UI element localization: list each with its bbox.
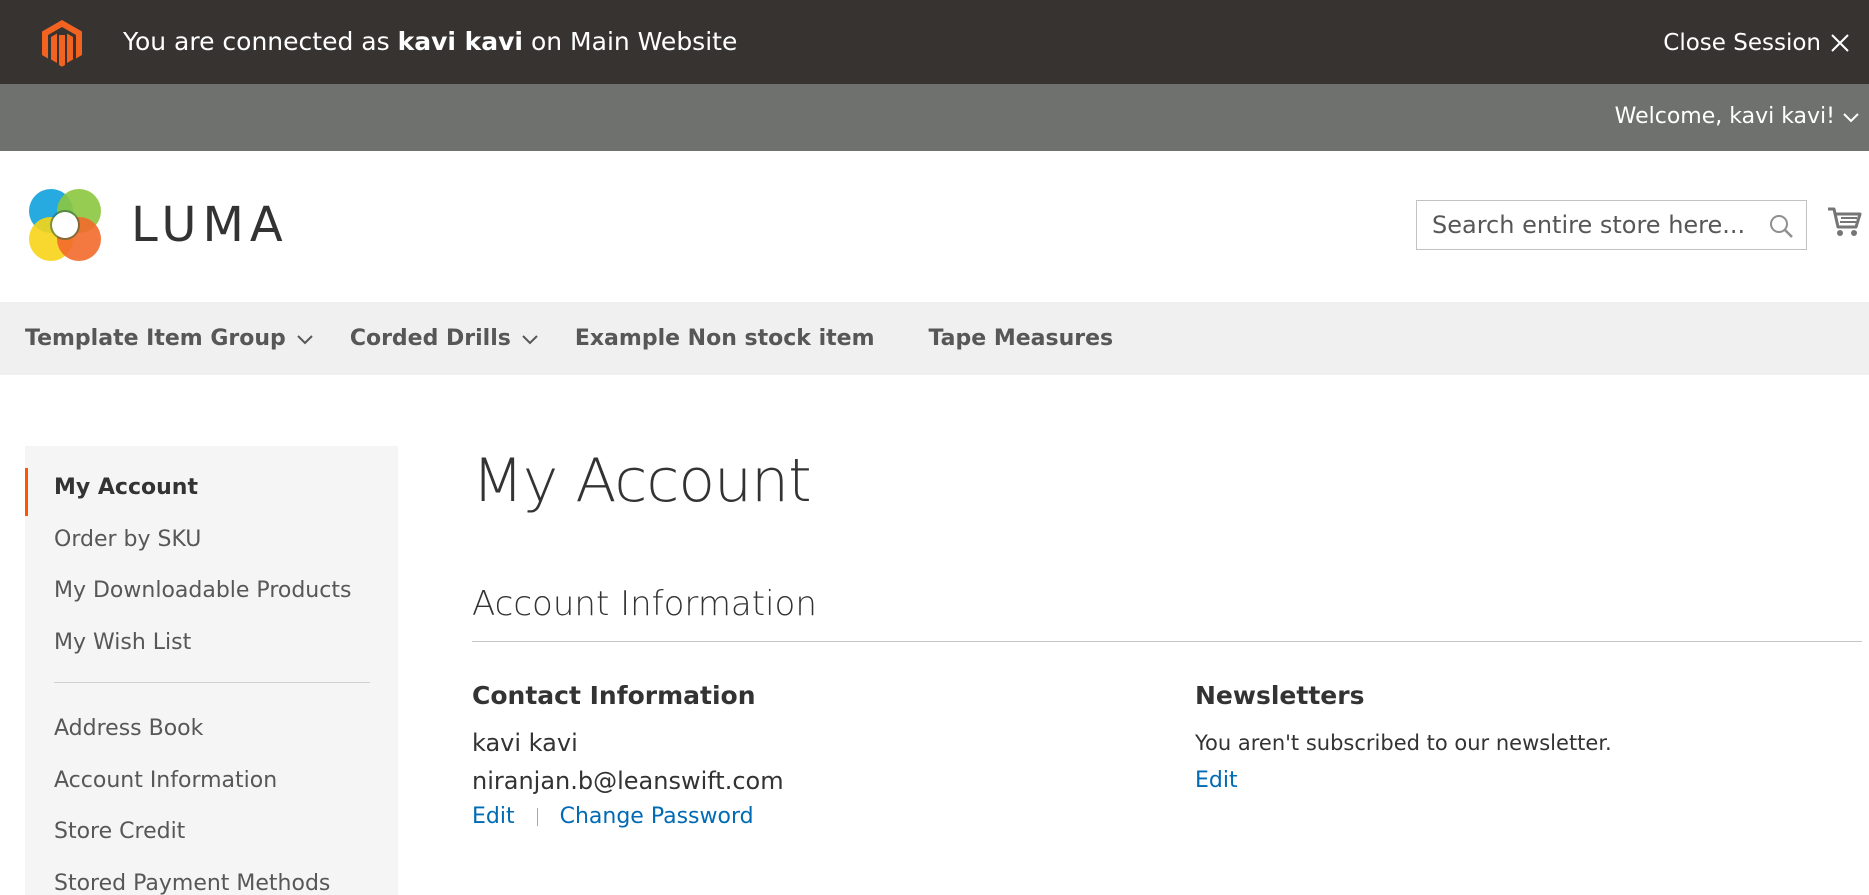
sidebar-item-stored-payment-methods[interactable]: Stored Payment Methods xyxy=(25,864,398,895)
sidebar-item-order-by-sku[interactable]: Order by SKU xyxy=(25,520,398,572)
chevron-down-icon xyxy=(1843,113,1859,123)
header-panel: Welcome, kavi kavi! xyxy=(0,84,1869,151)
session-status-text: You are connected as kavi kavi on Main W… xyxy=(123,26,737,58)
newsletters-title: Newsletters xyxy=(1195,681,1365,710)
nav-item-label: Tape Measures xyxy=(928,326,1114,351)
customer-menu-toggle[interactable]: Welcome, kavi kavi! xyxy=(1615,102,1861,132)
contact-information-title: Contact Information xyxy=(472,681,756,710)
sidebar-item-my-downloadable-products[interactable]: My Downloadable Products xyxy=(25,571,398,623)
close-icon xyxy=(1831,34,1849,52)
sidebar-item-store-credit[interactable]: Store Credit xyxy=(25,812,398,864)
customer-email: niranjan.b@leanswift.com xyxy=(472,767,784,795)
site-header: LUMA xyxy=(0,151,1869,302)
session-prefix: You are connected as xyxy=(123,27,390,56)
contact-information-box: Contact Information kavi kavi niranjan.b… xyxy=(472,680,784,829)
change-password-link[interactable]: Change Password xyxy=(560,804,754,829)
magento-logo-icon xyxy=(42,20,82,67)
newsletter-status-text: You aren't subscribed to our newsletter. xyxy=(1195,731,1612,755)
cart-icon[interactable] xyxy=(1826,203,1862,239)
impersonation-session-bar: You are connected as kavi kavi on Main W… xyxy=(0,0,1869,84)
nav-item-label: Corded Drills xyxy=(349,326,511,351)
sidebar-item-my-wish-list[interactable]: My Wish List xyxy=(25,623,398,675)
nav-item-template-item-group[interactable]: Template Item Group xyxy=(25,326,316,351)
nav-item-corded-drills[interactable]: Corded Drills xyxy=(350,326,541,351)
sidebar-item-account-information[interactable]: Account Information xyxy=(25,761,398,813)
session-suffix: on Main Website xyxy=(530,27,738,56)
nav-item-example-non-stock-item[interactable]: Example Non stock item xyxy=(575,326,875,351)
page-title: My Account xyxy=(472,446,812,516)
section-divider xyxy=(472,641,1862,642)
close-session-label: Close Session xyxy=(1663,30,1821,56)
sidebar-item-address-book[interactable]: Address Book xyxy=(25,709,398,761)
newsletters-box: Newsletters You aren't subscribed to our… xyxy=(1195,680,1612,793)
search-input[interactable] xyxy=(1417,201,1757,249)
logo-text: LUMA xyxy=(131,197,289,253)
customer-name: kavi kavi xyxy=(472,729,578,757)
newsletter-actions: Edit xyxy=(1195,768,1612,793)
luma-logo-icon xyxy=(29,189,101,261)
close-session-button[interactable]: Close Session xyxy=(1663,28,1851,58)
store-logo-link[interactable]: LUMA xyxy=(25,185,289,265)
edit-newsletter-link[interactable]: Edit xyxy=(1195,768,1238,793)
nav-item-label: Template Item Group xyxy=(25,326,286,351)
contact-actions: Edit Change Password xyxy=(472,804,784,829)
main-content: My Account Account Information Contact I… xyxy=(472,446,1862,829)
nav-item-tape-measures[interactable]: Tape Measures xyxy=(929,326,1114,351)
account-sidebar: My Account Order by SKU My Downloadable … xyxy=(25,446,398,895)
edit-contact-link[interactable]: Edit xyxy=(472,804,515,829)
session-user-name: kavi kavi xyxy=(397,27,524,56)
chevron-down-icon xyxy=(297,334,313,344)
welcome-message: Welcome, kavi kavi! xyxy=(1614,104,1835,129)
section-title-account-information: Account Information xyxy=(472,584,817,624)
search-icon[interactable] xyxy=(1768,213,1794,239)
sidebar-divider xyxy=(54,682,370,683)
main-navigation: Template Item Group Corded Drills Exampl… xyxy=(0,302,1869,375)
nav-item-label: Example Non stock item xyxy=(574,326,875,351)
chevron-down-icon xyxy=(522,334,538,344)
search-box xyxy=(1416,200,1807,250)
action-separator xyxy=(536,807,538,826)
sidebar-item-my-account[interactable]: My Account xyxy=(25,468,398,520)
